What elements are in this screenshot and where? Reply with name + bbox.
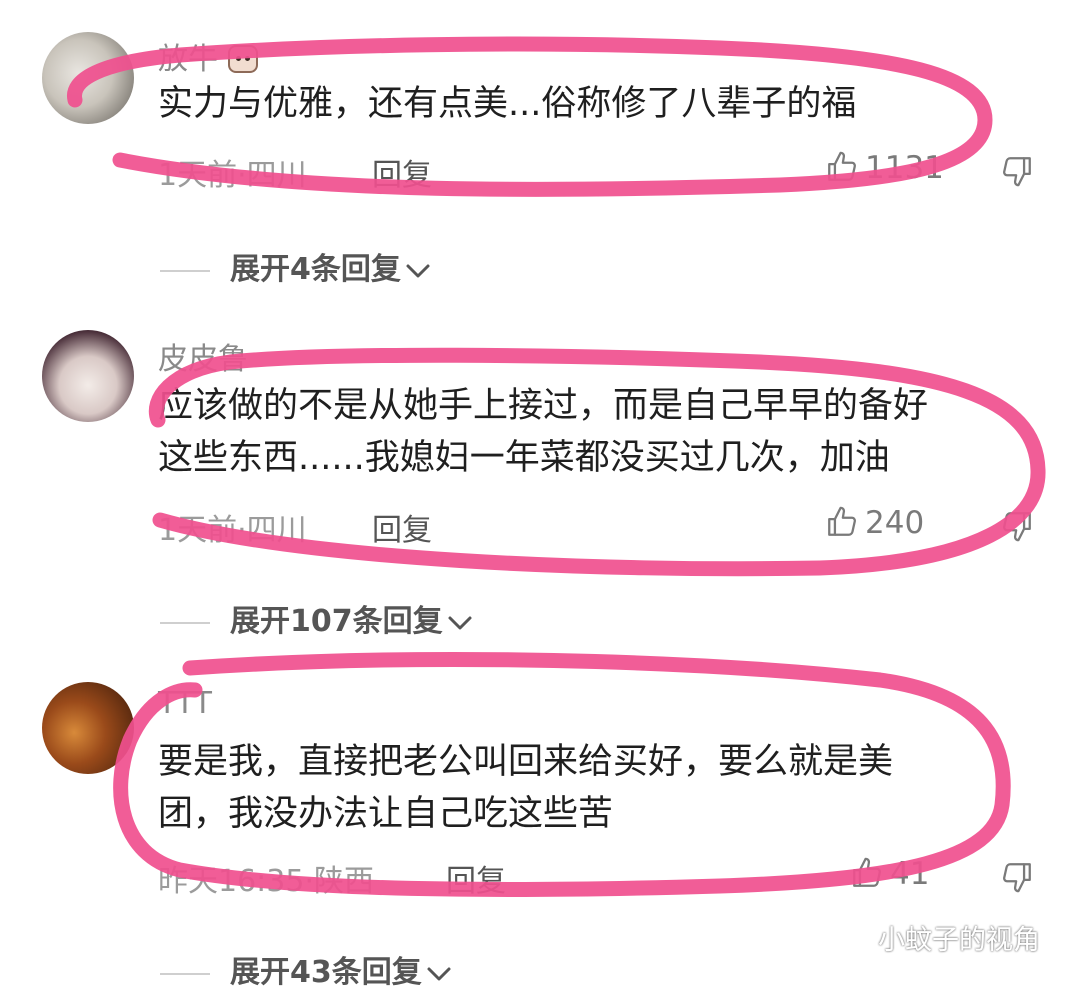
avatar[interactable]	[42, 32, 134, 124]
reply-button[interactable]: 回复	[446, 856, 506, 900]
reply-button[interactable]: 回复	[372, 150, 432, 194]
expand-replies-button[interactable]: 展开43条回复	[160, 947, 452, 991]
like-button[interactable]: 41	[850, 856, 929, 892]
comment-text-line: 实力与优雅，还有点美...俗称修了八辈子的福	[158, 84, 857, 124]
comment-text-line: 要是我，直接把老公叫回来给买好，要么就是美	[158, 742, 894, 782]
thumbs-up-icon	[828, 151, 856, 181]
comment-text: 实力与优雅，还有点美...俗称修了八辈子的福	[158, 78, 856, 130]
thumbs-down-icon	[1003, 157, 1031, 187]
comment-text-line: 应该做的不是从她手上接过，而是自己早早的备好	[158, 386, 929, 426]
comment-meta: 昨天16:35·陕西	[158, 864, 374, 899]
thumbs-up-icon	[853, 857, 881, 887]
thumbs-up-icon	[828, 506, 856, 536]
chevron-down-icon	[448, 616, 472, 630]
divider	[160, 269, 210, 272]
like-count: 41	[890, 856, 930, 892]
comment-text-line: 团，我没办法让自己吃这些苦	[158, 794, 614, 834]
dislike-button[interactable]	[1000, 154, 1034, 188]
comment-text: 要是我，直接把老公叫回来给买好，要么就是美 团，我没办法让自己吃这些苦	[158, 736, 893, 840]
thumbs-down-icon	[1003, 512, 1031, 542]
expand-replies-button[interactable]: 展开4条回复	[160, 244, 431, 288]
comment-meta: 1天前·四川	[158, 513, 307, 548]
chevron-down-icon	[406, 264, 430, 278]
dislike-button[interactable]	[1000, 860, 1034, 894]
wechat-icon	[839, 928, 871, 953]
divider	[160, 972, 210, 975]
expand-replies-button[interactable]: 展开107条回复	[160, 596, 473, 640]
comment-username[interactable]: 放牛	[158, 34, 258, 78]
comment-username[interactable]: 皮皮鲁	[158, 334, 248, 378]
thumbs-down-icon	[1003, 863, 1031, 893]
dislike-button[interactable]	[1000, 509, 1034, 543]
avatar[interactable]	[42, 330, 134, 422]
cow-emoji-icon	[228, 45, 258, 73]
comment-username[interactable]: TTT	[158, 686, 212, 721]
like-button[interactable]: 1131	[825, 150, 944, 186]
avatar[interactable]	[42, 682, 134, 774]
like-count: 240	[865, 505, 925, 541]
reply-button[interactable]: 回复	[372, 505, 432, 549]
comment-text-line: 这些东西......我媳妇一年菜都没买过几次，加油	[158, 438, 890, 478]
like-count: 1131	[865, 150, 944, 186]
watermark: 小蚊子的视角	[838, 918, 1040, 957]
comment-text: 应该做的不是从她手上接过，而是自己早早的备好 这些东西......我媳妇一年菜都…	[158, 380, 928, 484]
chevron-down-icon	[427, 967, 451, 981]
divider	[160, 621, 210, 624]
like-button[interactable]: 240	[825, 505, 924, 541]
comment-meta: 1天前·四川	[158, 158, 307, 193]
